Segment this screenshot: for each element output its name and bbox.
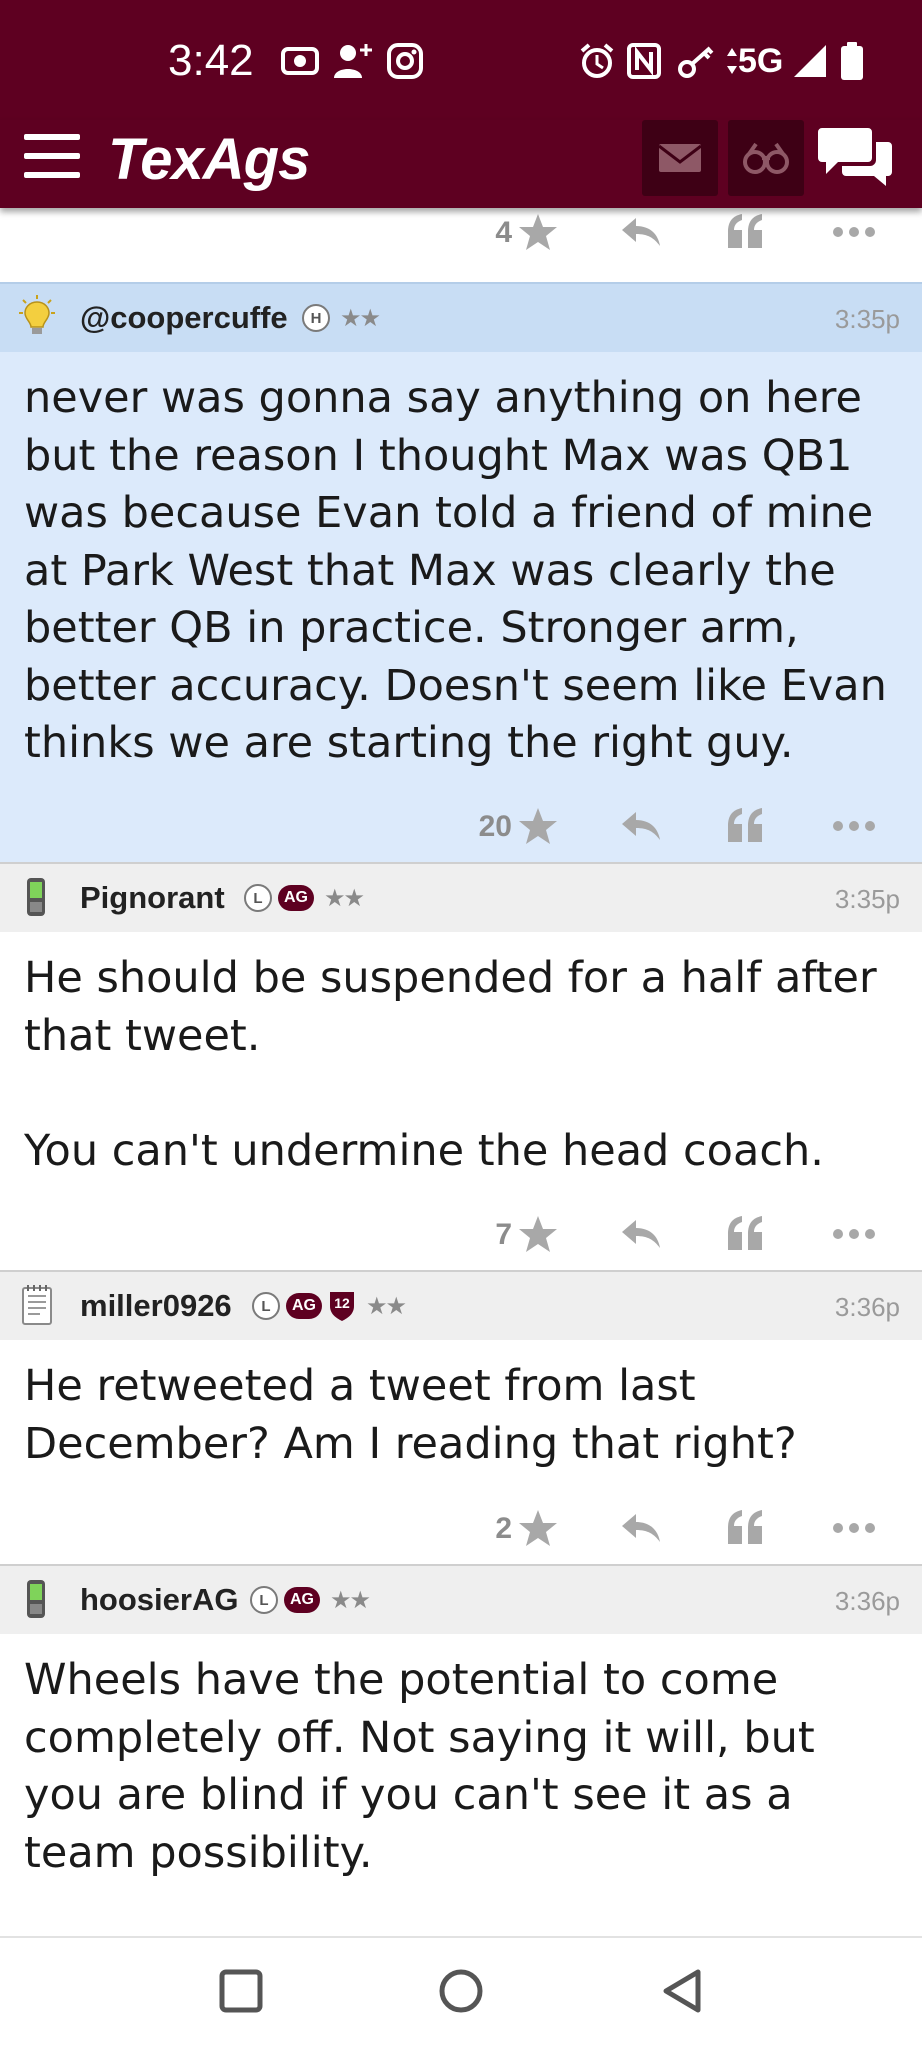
recents-icon[interactable] <box>218 1968 264 2014</box>
mail-icon <box>658 144 702 172</box>
post-body: Wheels have the potential to come comple… <box>0 1634 922 1896</box>
star-icon[interactable] <box>518 1508 558 1548</box>
alarm-icon <box>580 43 614 78</box>
post: hoosierAG L AG ★★ 3:36p Wheels have the … <box>0 1564 922 1934</box>
search-watch-button[interactable] <box>728 120 804 196</box>
star-count: 20 <box>478 810 512 843</box>
app-bar: TexAgs <box>0 120 922 208</box>
phone-icon <box>27 1580 45 1618</box>
phone-icon <box>27 878 45 916</box>
chat-button[interactable] <box>816 120 896 196</box>
post-body: never was gonna say anything on here but… <box>0 352 922 787</box>
rating-stars-icon: ★★ <box>366 1292 407 1320</box>
system-nav-bar <box>0 1936 922 2048</box>
star-icon[interactable] <box>518 1214 558 1254</box>
badge-ag: AG <box>278 885 314 911</box>
badge-ag: AG <box>286 1293 322 1319</box>
reply-icon[interactable] <box>620 1216 662 1252</box>
quote-icon[interactable] <box>726 806 766 844</box>
more-icon[interactable] <box>832 820 876 832</box>
thread-feed[interactable]: 4 @coopercuffe H ★★ 3:35p never was gonn… <box>0 208 922 1934</box>
menu-icon[interactable] <box>24 132 80 180</box>
post-time: 3:35p <box>834 304 900 334</box>
nfc-icon <box>627 43 661 79</box>
screen-record-icon <box>281 47 319 75</box>
post-text: Wheels have the potential to come comple… <box>24 1655 829 1878</box>
more-icon[interactable] <box>832 1228 876 1240</box>
chat-icon <box>818 128 892 186</box>
star-count: 2 <box>495 1512 512 1545</box>
badge-12th-man: 12 <box>328 1290 356 1322</box>
post-body: He retweeted a tweet from last December?… <box>0 1340 922 1487</box>
post-text: He retweeted a tweet from last December?… <box>24 1361 797 1469</box>
status-bar: 3:42 5G <box>0 0 922 120</box>
notepad-icon <box>22 1285 52 1325</box>
battery-icon <box>841 42 863 80</box>
star-icon[interactable] <box>518 212 558 252</box>
signal-icon <box>794 45 826 77</box>
star-count: 4 <box>495 216 512 249</box>
reply-icon[interactable] <box>620 214 662 250</box>
reply-icon[interactable] <box>620 1510 662 1546</box>
status-time: 3:42 <box>168 36 254 85</box>
rating-stars-icon: ★★ <box>330 1586 371 1614</box>
post: @coopercuffe H ★★ 3:35p never was gonna … <box>0 282 922 862</box>
key-icon <box>678 46 714 78</box>
post-body: He should be suspended for a half after … <box>0 932 922 1194</box>
more-icon[interactable] <box>832 1522 876 1534</box>
binoculars-icon <box>743 142 789 174</box>
quote-icon[interactable] <box>726 1508 766 1546</box>
username[interactable]: Pignorant <box>80 880 225 916</box>
user-badges: L AG ★★ <box>250 1584 371 1616</box>
user-badges: L AG ★★ <box>244 882 365 914</box>
post-actions: 7 <box>0 1204 922 1272</box>
username[interactable]: miller0926 <box>80 1288 232 1324</box>
post-header: @coopercuffe H ★★ 3:35p <box>0 284 922 352</box>
post-text: He should be suspended for a half after … <box>24 953 877 1176</box>
badge-ag: AG <box>284 1587 320 1613</box>
quote-icon[interactable] <box>726 212 766 250</box>
badge-12-label: 12 <box>334 1295 350 1311</box>
badge-l: L <box>250 1586 278 1614</box>
post: miller0926 L AG 12 ★★ 3:36p He retweeted… <box>0 1270 922 1564</box>
username[interactable]: @coopercuffe <box>80 300 288 336</box>
instagram-icon <box>387 43 423 79</box>
rating-stars-icon: ★★ <box>340 304 381 332</box>
badge-l: L <box>252 1292 280 1320</box>
network-type: 5G <box>738 42 784 80</box>
post-header: miller0926 L AG 12 ★★ 3:36p <box>0 1272 922 1340</box>
post-time: 3:36p <box>834 1292 900 1322</box>
reply-icon[interactable] <box>620 808 662 844</box>
username[interactable]: hoosierAG <box>80 1582 238 1618</box>
post-header: Pignorant L AG ★★ 3:35p <box>0 864 922 932</box>
post-actions: 20 <box>0 796 922 864</box>
home-icon[interactable] <box>438 1968 484 2014</box>
star-icon[interactable] <box>518 806 558 846</box>
more-icon[interactable] <box>832 226 876 238</box>
post-time: 3:36p <box>834 1586 900 1616</box>
post-time: 3:35p <box>834 884 900 914</box>
data-arrows-icon <box>727 48 737 74</box>
user-badges: L AG 12 ★★ <box>252 1290 407 1322</box>
texags-logo[interactable]: TexAgs <box>108 126 310 193</box>
post-header: hoosierAG L AG ★★ 3:36p <box>0 1566 922 1634</box>
post-actions: 4 <box>0 208 922 282</box>
quote-icon[interactable] <box>726 1214 766 1252</box>
post-actions: 2 <box>0 1498 922 1566</box>
rating-stars-icon: ★★ <box>324 884 365 912</box>
person-add-icon <box>334 44 372 78</box>
post-text: never was gonna say anything on here but… <box>24 373 901 768</box>
back-icon[interactable] <box>660 1968 706 2014</box>
lightbulb-icon <box>19 295 55 334</box>
badge-h: H <box>302 304 330 332</box>
mail-button[interactable] <box>642 120 718 196</box>
badge-l: L <box>244 884 272 912</box>
star-count: 7 <box>495 1218 512 1251</box>
post: Pignorant L AG ★★ 3:35p He should be sus… <box>0 862 922 1270</box>
user-badges: H ★★ <box>302 302 381 334</box>
